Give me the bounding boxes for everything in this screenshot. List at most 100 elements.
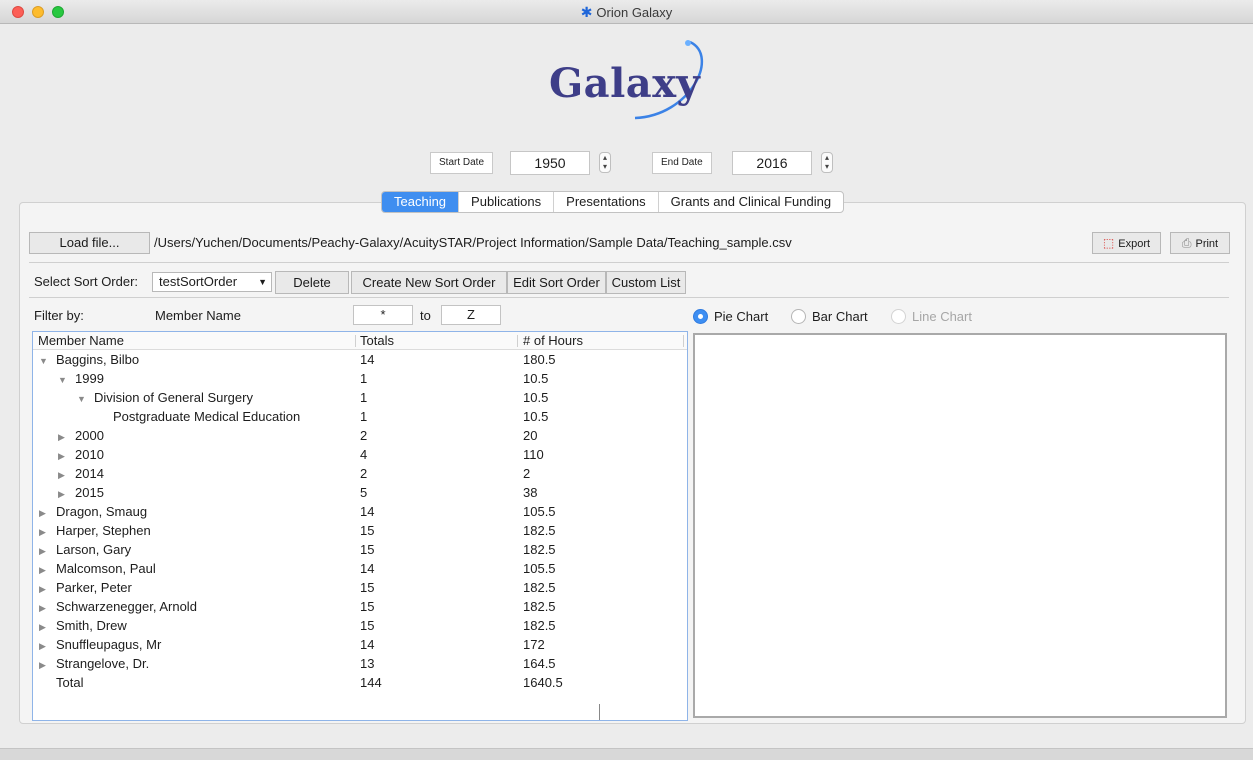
row-member-name: ▶ Parker, Peter — [39, 580, 132, 595]
disclosure-closed-icon[interactable]: ▶ — [39, 527, 51, 538]
printer-icon: ⎙ — [1181, 236, 1192, 250]
status-bar — [0, 748, 1253, 760]
table-row[interactable]: ▶ Dragon, Smaug 14 105.5 — [33, 503, 687, 522]
window-title: Orion Galaxy — [596, 5, 673, 20]
row-hours: 1640.5 — [523, 675, 563, 690]
row-total: 15 — [360, 599, 375, 614]
row-member-name: ▼ Division of General Surgery — [77, 390, 253, 405]
row-name-text: Total — [56, 675, 84, 690]
disclosure-closed-icon[interactable]: ▶ — [58, 470, 70, 481]
column-header-member-name[interactable]: Member Name — [38, 333, 124, 348]
tab-publications[interactable]: Publications — [459, 192, 555, 212]
disclosure-closed-icon[interactable]: ▶ — [58, 432, 70, 443]
disclosure-closed-icon[interactable]: ▶ — [39, 660, 51, 671]
section-tabs: Teaching Publications Presentations Gran… — [381, 191, 845, 213]
disclosure-closed-icon[interactable]: ▶ — [39, 565, 51, 576]
column-header-hours[interactable]: # of Hours — [523, 333, 583, 348]
row-name-text: 1999 — [75, 371, 104, 386]
row-member-name: ▶ Malcomson, Paul — [39, 561, 156, 576]
row-member-name: ▶ 2014 — [58, 466, 104, 481]
table-row[interactable]: ▶ 2010 4 110 — [33, 446, 687, 465]
export-button[interactable]: ⬚ Export — [1092, 232, 1161, 254]
tab-teaching[interactable]: Teaching — [382, 192, 460, 212]
end-date-stepper[interactable]: ▴ ▾ — [821, 152, 833, 173]
table-row[interactable]: ▶ Malcomson, Paul 14 105.5 — [33, 560, 687, 579]
row-name-text: 2000 — [75, 428, 104, 443]
tab-grants[interactable]: Grants and Clinical Funding — [659, 192, 843, 212]
disclosure-closed-icon[interactable]: ▶ — [58, 451, 70, 462]
disclosure-open-icon[interactable]: ▼ — [58, 375, 70, 385]
table-row[interactable]: ▶ 2014 2 2 — [33, 465, 687, 484]
line-chart-radio: Line Chart — [891, 308, 972, 324]
pie-chart-radio[interactable]: Pie Chart — [693, 308, 768, 324]
row-member-name: ▶ Smith, Drew — [39, 618, 127, 633]
disclosure-closed-icon[interactable]: ▶ — [39, 622, 51, 633]
divider-top — [29, 262, 1229, 263]
table-row[interactable]: ▼ 1999 1 10.5 — [33, 370, 687, 389]
disclosure-closed-icon[interactable]: ▶ — [39, 508, 51, 519]
table-row[interactable]: ▶ Snuffleupagus, Mr 14 172 — [33, 636, 687, 655]
row-total: 14 — [360, 561, 375, 576]
load-file-button[interactable]: Load file... — [29, 232, 150, 254]
table-row[interactable]: ▶ Schwarzenegger, Arnold 15 182.5 — [33, 598, 687, 617]
table-row[interactable]: Total 144 1640.5 — [33, 674, 687, 693]
row-total: 5 — [360, 485, 368, 500]
row-hours: 10.5 — [523, 371, 549, 386]
table-row[interactable]: ▼ Division of General Surgery 1 10.5 — [33, 389, 687, 408]
start-date-stepper[interactable]: ▴ ▾ — [599, 152, 611, 173]
table-row[interactable]: ▶ Parker, Peter 15 182.5 — [33, 579, 687, 598]
filter-to-input[interactable]: Z — [441, 305, 501, 325]
delete-sort-button[interactable]: Delete — [275, 271, 349, 294]
table-row[interactable]: ▶ Harper, Stephen 15 182.5 — [33, 522, 687, 541]
row-hours: 182.5 — [523, 523, 556, 538]
column-header-totals[interactable]: Totals — [360, 333, 394, 348]
row-total: 15 — [360, 542, 375, 557]
row-member-name: Total — [39, 675, 83, 690]
table-row[interactable]: ▶ Larson, Gary 15 182.5 — [33, 541, 687, 560]
sort-order-select[interactable]: testSortOrder ▼ — [152, 272, 272, 292]
create-sort-order-button[interactable]: Create New Sort Order — [351, 271, 507, 294]
row-name-text: Snuffleupagus, Mr — [56, 637, 162, 652]
row-hours: 172 — [523, 637, 545, 652]
disclosure-closed-icon[interactable]: ▶ — [58, 489, 70, 500]
print-button[interactable]: ⎙ Print — [1170, 232, 1230, 254]
disclosure-closed-icon[interactable]: ▶ — [39, 584, 51, 595]
row-member-name: ▶ Snuffleupagus, Mr — [39, 637, 161, 652]
table-row[interactable]: Postgraduate Medical Education 1 10.5 — [33, 408, 687, 427]
star-icon: ✱ — [580, 4, 593, 20]
row-hours: 20 — [523, 428, 538, 443]
end-date-field[interactable]: 2016 — [732, 151, 812, 175]
row-total: 14 — [360, 504, 375, 519]
disclosure-closed-icon[interactable]: ▶ — [39, 641, 51, 652]
divider-middle — [29, 297, 1229, 298]
table-row[interactable]: ▶ Smith, Drew 15 182.5 — [33, 617, 687, 636]
column-divider[interactable] — [355, 335, 356, 347]
column-divider[interactable] — [517, 335, 518, 347]
table-row[interactable]: ▶ 2015 5 38 — [33, 484, 687, 503]
disclosure-closed-icon[interactable]: ▶ — [39, 546, 51, 557]
disclosure-open-icon[interactable]: ▼ — [39, 356, 51, 366]
edit-sort-order-button[interactable]: Edit Sort Order — [507, 271, 606, 294]
bar-chart-radio[interactable]: Bar Chart — [791, 308, 868, 324]
row-member-name: ▶ 2010 — [58, 447, 104, 462]
custom-list-button[interactable]: Custom List — [606, 271, 686, 294]
row-hours: 10.5 — [523, 409, 549, 424]
row-name-text: Malcomson, Paul — [56, 561, 156, 576]
start-date-field[interactable]: 1950 — [510, 151, 590, 175]
filter-from-input[interactable]: * — [353, 305, 413, 325]
row-total: 15 — [360, 580, 375, 595]
teaching-tree-table[interactable]: Member Name Totals # of Hours ▼ Baggins, … — [32, 331, 688, 721]
table-row[interactable]: ▶ Strangelove, Dr. 13 164.5 — [33, 655, 687, 674]
table-row[interactable]: ▶ 2000 2 20 — [33, 427, 687, 446]
filter-field-label: Member Name — [155, 308, 241, 323]
tab-presentations[interactable]: Presentations — [554, 192, 659, 212]
row-total: 2 — [360, 428, 368, 443]
row-hours: 180.5 — [523, 352, 556, 367]
column-divider[interactable] — [683, 335, 684, 347]
table-row[interactable]: ▼ Baggins, Bilbo 14 180.5 — [33, 351, 687, 370]
row-member-name: ▶ Strangelove, Dr. — [39, 656, 149, 671]
disclosure-closed-icon[interactable]: ▶ — [39, 603, 51, 614]
disclosure-open-icon[interactable]: ▼ — [77, 394, 89, 404]
row-member-name: ▼ Baggins, Bilbo — [39, 352, 139, 367]
row-member-name: ▶ Larson, Gary — [39, 542, 131, 557]
